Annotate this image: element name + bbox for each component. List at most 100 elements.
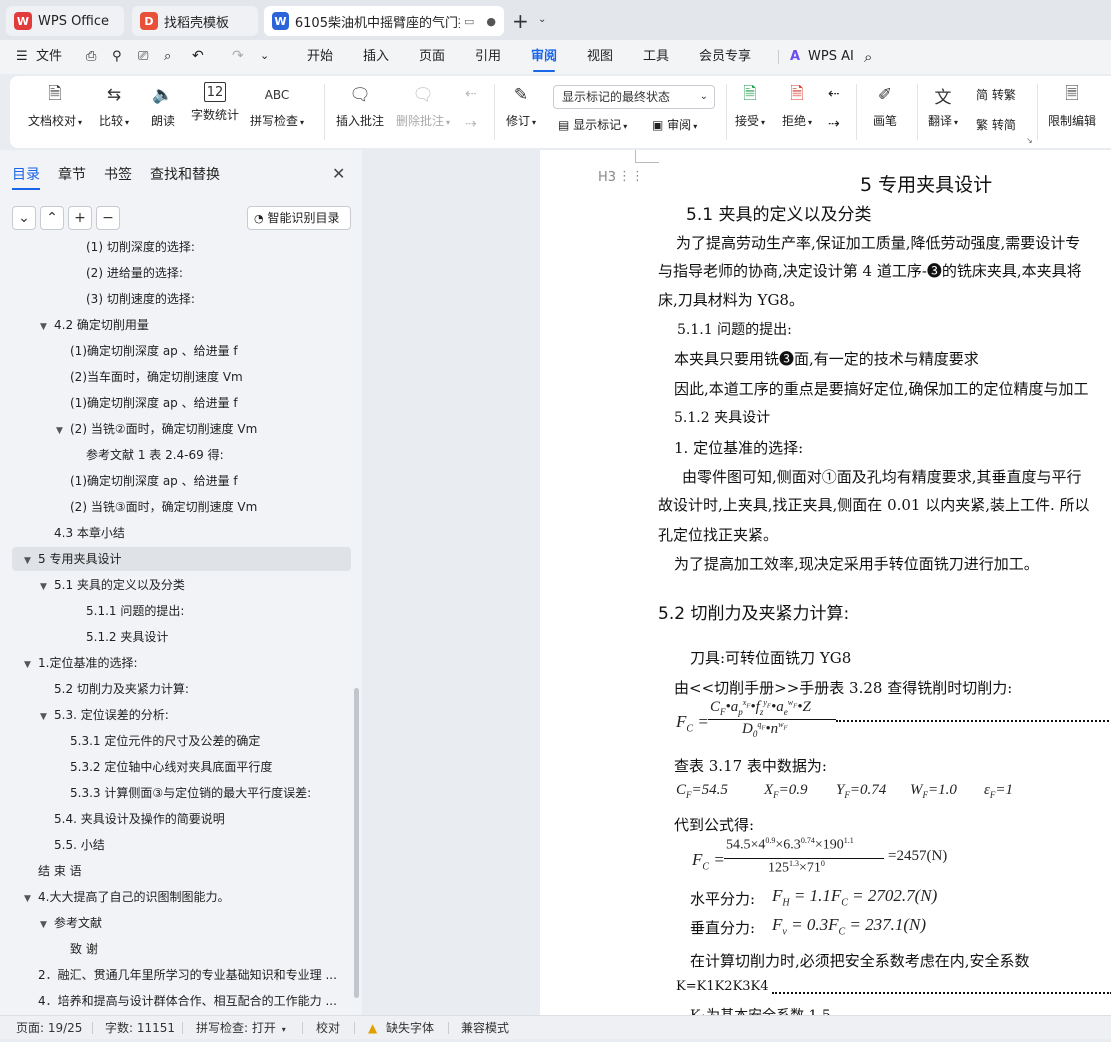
markup-mode-select[interactable]: 显示标记的最终状态 ⌄ — [553, 85, 715, 109]
heading-marker[interactable]: H3 — [598, 170, 616, 185]
insert-comment-button[interactable]: 🗨 插入批注 — [336, 82, 384, 129]
more-chevron-icon[interactable]: ⌄ — [260, 49, 269, 62]
delete-comment-button[interactable]: 🗨 删除批注 ▾ — [396, 82, 450, 129]
tab-find-replace[interactable]: 查找和替换 — [150, 164, 220, 184]
toc-item[interactable]: (2) 进给量的选择: — [86, 260, 183, 286]
share-icon[interactable]: ⚲ — [112, 49, 122, 64]
word-count-button[interactable]: 12 字数统计 — [191, 82, 239, 123]
expand-up-button[interactable]: ⌃ — [40, 206, 64, 230]
toc-item[interactable]: (3) 切削速度的选择: — [86, 286, 195, 312]
ribbon-expand-icon[interactable]: ↘ — [1026, 136, 1033, 145]
redo-icon[interactable]: ↷ — [232, 48, 244, 64]
hamburger-icon[interactable]: ☰ — [16, 49, 28, 64]
compare-button[interactable]: ⇆ 比较 ▾ — [99, 82, 129, 129]
chevron-down-icon[interactable]: ⌄ — [538, 14, 546, 25]
toc-item[interactable]: 5.3.2 定位轴中心线对夹具底面平行度 — [70, 754, 272, 780]
menu-tools[interactable]: 工具 — [643, 40, 669, 74]
menu-wps-ai[interactable]: WPS AI — [808, 40, 854, 74]
toc-item[interactable]: 结 束 语 — [38, 858, 82, 884]
to-traditional-button[interactable]: 简 转繁 — [976, 86, 1016, 103]
add-heading-button[interactable]: + — [68, 206, 92, 230]
missing-font-status[interactable]: 缺失字体 — [386, 1016, 434, 1040]
toc-item[interactable]: ▼ 4.2 确定切削用量 — [40, 312, 149, 338]
next-change-icon[interactable]: ⇢ — [828, 116, 840, 132]
read-aloud-button[interactable]: 🔈 朗读 — [150, 82, 176, 129]
print-preview-icon[interactable]: ⌕ — [164, 49, 171, 64]
spell-check-button[interactable]: ABC 拼写检查 ▾ — [250, 82, 304, 129]
menu-home[interactable]: 开始 — [307, 40, 333, 74]
unsaved-dot-icon[interactable]: ● — [486, 15, 496, 28]
collapse-all-button[interactable]: ⌄ — [12, 206, 36, 230]
tab-wps-office[interactable]: W WPS Office — [6, 6, 124, 36]
next-comment-icon[interactable]: ⇢ — [465, 116, 477, 132]
page-indicator[interactable]: 页面: 19/25 — [16, 1016, 82, 1040]
translate-button[interactable]: 文 翻译 ▾ — [928, 82, 958, 129]
doc-check-button[interactable]: 🗎 文档校对 ▾ — [28, 82, 82, 129]
reject-button[interactable]: 🗎 拒绝 ▾ — [782, 82, 812, 129]
toc-item[interactable]: 参考文献 1 表 2.4-69 得: — [86, 442, 224, 468]
toc-item[interactable]: 5.1.2 夹具设计 — [86, 624, 168, 650]
smart-toc-button[interactable]: ◔ 智能识别目录 — [247, 206, 351, 230]
document-page[interactable]: H3 ⋮⋮ 5 专用夹具设计 5.1 夹具的定义以及分类 为了提高劳动生产率,保… — [540, 150, 1111, 1015]
remove-heading-button[interactable]: − — [96, 206, 120, 230]
toc-item[interactable]: ▼ 5 专用夹具设计 — [24, 546, 121, 572]
toc-item[interactable]: ▼ 5.1 夹具的定义以及分类 — [40, 572, 185, 598]
spell-check-status[interactable]: 拼写检查: 打开 ▾ — [196, 1016, 286, 1040]
toc-item[interactable]: ▼ 5.3. 定位误差的分析: — [40, 702, 169, 728]
expand-arrow-icon[interactable]: ▼ — [40, 704, 54, 730]
toc-item[interactable]: (2)当车面时，确定切削速度 Vm — [70, 364, 243, 390]
restrict-edit-button[interactable]: 🗏 限制编辑 — [1048, 82, 1096, 129]
toc-item[interactable]: 致 谢 — [70, 936, 98, 962]
toc-item[interactable]: 5.2 切削力及夹紧力计算: — [54, 676, 189, 702]
close-icon[interactable]: ✕ — [332, 164, 345, 183]
accept-button[interactable]: 🗎 接受 ▾ — [735, 82, 765, 129]
search-icon[interactable]: ⌕ — [864, 48, 872, 66]
prev-comment-icon[interactable]: ⇠ — [465, 86, 477, 102]
toc-item[interactable]: 5.3.1 定位元件的尺寸及公差的确定 — [70, 728, 260, 754]
expand-arrow-icon[interactable]: ▼ — [24, 548, 38, 574]
menu-reference[interactable]: 引用 — [475, 40, 501, 74]
toc-item[interactable]: 2．融汇、贯通几年里所学习的专业基础知识和专业理 ... — [38, 962, 337, 988]
expand-arrow-icon[interactable]: ▼ — [24, 886, 38, 912]
tab-bookmarks[interactable]: 书签 — [104, 164, 132, 184]
menu-page[interactable]: 页面 — [419, 40, 445, 74]
expand-arrow-icon[interactable]: ▼ — [40, 574, 54, 600]
toc-item[interactable]: (1)确定切削深度 ap 、给进量 f — [70, 338, 238, 364]
drag-handle-icon[interactable]: ⋮⋮ — [618, 169, 644, 184]
toc-item[interactable]: (1) 切削深度的选择: — [86, 234, 195, 260]
menu-insert[interactable]: 插入 — [363, 40, 389, 74]
toc-item[interactable]: 5.3.3 计算侧面③与定位销的最大平行度误差: — [70, 780, 311, 806]
toc-item[interactable]: (1)确定切削深度 ap 、给进量 f — [70, 468, 238, 494]
tab-toc[interactable]: 目录 — [12, 164, 40, 190]
toc-item[interactable]: 4.3 本章小结 — [54, 520, 125, 546]
save-icon[interactable]: ⎙ — [86, 49, 96, 64]
toc-item[interactable]: (2) 当铣③面时，确定切削速度 Vm — [70, 494, 257, 520]
revise-button[interactable]: ✎ 修订 ▾ — [506, 82, 536, 129]
menu-review[interactable]: 审阅 — [531, 40, 557, 74]
to-simplified-button[interactable]: 繁 转简 — [976, 116, 1016, 133]
toc-item[interactable]: 5.1.1 问题的提出: — [86, 598, 184, 624]
review-pane-button[interactable]: ▣ 审阅 ▾ — [652, 116, 697, 133]
menu-view[interactable]: 视图 — [587, 40, 613, 74]
tab-document[interactable]: W 6105柴油机中摇臂座的气门摇 ▭ ● — [264, 6, 504, 36]
menu-vip[interactable]: 会员专享 — [699, 40, 751, 74]
tab-sections[interactable]: 章节 — [58, 164, 86, 184]
prev-change-icon[interactable]: ⇠ — [828, 86, 840, 102]
undo-icon[interactable]: ↶ — [192, 48, 204, 64]
new-tab-icon[interactable]: + — [512, 9, 529, 33]
toc-item[interactable]: ▼ 参考文献 — [40, 910, 102, 936]
toc-item[interactable]: 5.5. 小结 — [54, 832, 105, 858]
toc-item[interactable]: ▼ 1.定位基准的选择: — [24, 650, 138, 676]
toc-item[interactable]: 4．培养和提高与设计群体合作、相互配合的工作能力 ... — [38, 988, 337, 1014]
show-markup-button[interactable]: ▤ 显示标记 ▾ — [558, 116, 627, 133]
menu-file[interactable]: 文件 — [36, 40, 62, 74]
toc-item[interactable]: ▼ 4.大大提高了自己的识图制图能力。 — [24, 884, 229, 910]
expand-arrow-icon[interactable]: ▼ — [40, 912, 54, 938]
proof-status[interactable]: 校对 — [316, 1016, 340, 1040]
tab-docer[interactable]: D 找稻壳模板 — [132, 6, 258, 36]
toc-item[interactable]: ▼ (2) 当铣②面时，确定切削速度 Vm — [56, 416, 257, 442]
word-count[interactable]: 字数: 11151 — [105, 1016, 175, 1040]
toc-item[interactable]: (1)确定切削深度 ap 、给进量 f — [70, 390, 238, 416]
toc-item[interactable]: 5.4. 夹具设计及操作的简要说明 — [54, 806, 225, 832]
expand-arrow-icon[interactable]: ▼ — [24, 652, 38, 678]
